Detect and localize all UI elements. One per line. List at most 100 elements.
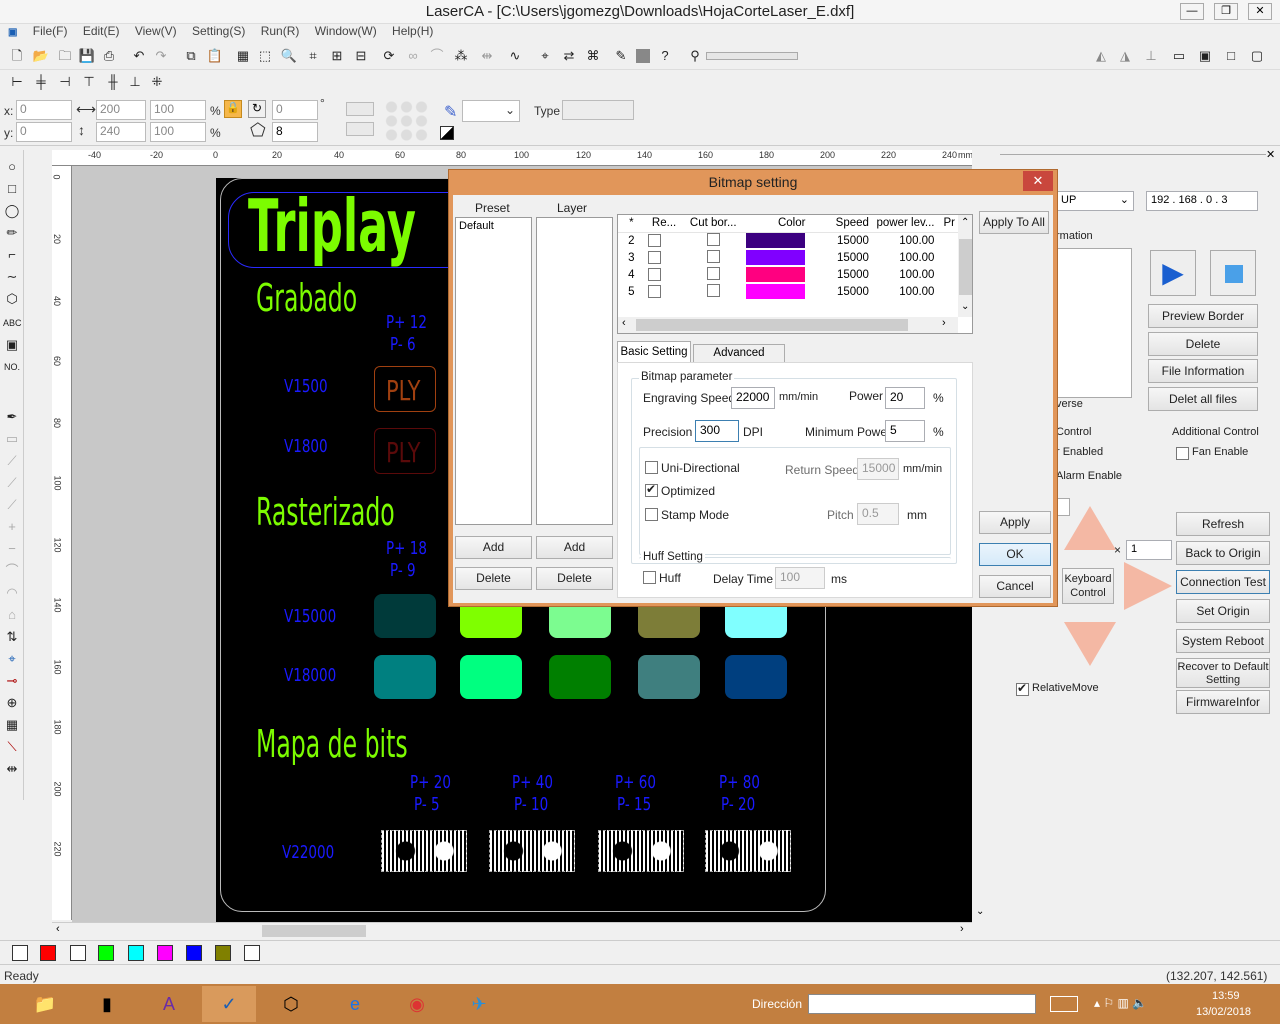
tab-basic-setting[interactable]: Basic Setting xyxy=(617,341,691,363)
menu-window[interactable]: Window(W) xyxy=(315,24,377,38)
color-swatch[interactable] xyxy=(215,945,231,961)
y-field[interactable]: 0 xyxy=(16,122,72,142)
curve-tool-icon[interactable]: ∼ xyxy=(3,268,21,286)
scroll-left-icon[interactable]: ‹ xyxy=(622,317,626,329)
app-4-icon[interactable]: ✈ xyxy=(452,986,506,1022)
stop-button[interactable] xyxy=(1210,250,1256,296)
row-cut-checkbox[interactable] xyxy=(706,232,720,246)
row-checkbox[interactable] xyxy=(647,285,661,298)
number-tool-icon[interactable]: NO. xyxy=(3,358,21,376)
circle-tool-icon[interactable]: ◯ xyxy=(3,202,21,220)
layer-add-button[interactable]: Add xyxy=(536,536,613,559)
return-speed-field[interactable]: 15000 xyxy=(857,458,899,480)
ip-field[interactable]: 192 . 168 . 0 . 3 xyxy=(1146,191,1258,211)
zoom-icon[interactable]: 🔍 xyxy=(280,47,298,65)
maximize-button[interactable]: ❐ xyxy=(1214,3,1238,20)
bitmap-tool-icon[interactable]: ▣ xyxy=(3,336,21,354)
align-left-edge-icon[interactable]: ⊢ xyxy=(8,73,26,91)
width-field[interactable]: 200 xyxy=(96,100,146,120)
color-swatch[interactable] xyxy=(244,945,260,961)
scroll-thumb[interactable] xyxy=(262,925,366,937)
align-right-edge-icon[interactable]: ⊣ xyxy=(56,73,74,91)
polygon-tool-icon[interactable]: ⬡ xyxy=(3,290,21,308)
table-icon[interactable]: ▦ xyxy=(3,716,21,734)
lock-ratio-icon[interactable]: 🔒 xyxy=(224,100,242,118)
row-checkbox[interactable] xyxy=(647,234,661,248)
color-swatch[interactable] xyxy=(12,945,28,961)
close-path-icon[interactable]: ⌂ xyxy=(3,606,21,624)
recover-default-button[interactable]: Recover to Default Setting xyxy=(1176,658,1270,688)
rotate-icon[interactable]: ↻ xyxy=(248,100,266,118)
window-c-icon[interactable]: □ xyxy=(1222,47,1240,65)
layer-delete-button[interactable]: Delete xyxy=(536,567,613,590)
align-left-icon[interactable]: ◭ xyxy=(1092,47,1110,65)
select-all-icon[interactable]: ▦ xyxy=(234,47,252,65)
device-select[interactable]: UP ⌄ xyxy=(1056,191,1134,211)
firmware-info-button[interactable]: FirmwareInfor xyxy=(1176,690,1270,714)
text-tool-icon[interactable]: ABC xyxy=(3,314,22,332)
file-information-button[interactable]: File Information xyxy=(1148,359,1258,383)
huff-checkbox[interactable] xyxy=(643,571,656,584)
node-edit-icon[interactable]: ✒ xyxy=(3,408,21,426)
system-reboot-button[interactable]: System Reboot xyxy=(1176,629,1270,653)
panel-close-icon[interactable]: ✕ xyxy=(1266,148,1275,161)
scale-icon[interactable]: ⇹ xyxy=(3,760,21,778)
address-field[interactable] xyxy=(808,994,1036,1014)
origin-icon[interactable]: ⊸ xyxy=(3,672,21,690)
mirror-h-button[interactable] xyxy=(346,102,374,116)
target-icon[interactable]: ⌖ xyxy=(3,650,21,668)
color-swatch[interactable] xyxy=(157,945,173,961)
layer-table[interactable]: * Re... Cut bor... Color Speed power lev… xyxy=(617,214,973,334)
keyboard-icon[interactable] xyxy=(1050,996,1078,1012)
delay-time-field[interactable]: 100 xyxy=(775,567,825,589)
mirror-icon[interactable]: ⇹ xyxy=(478,47,496,65)
window-a-icon[interactable]: ▭ xyxy=(1170,47,1188,65)
align-top-icon[interactable]: ⊥ xyxy=(1142,47,1160,65)
pen-icon[interactable]: ✎ xyxy=(444,102,457,122)
row-cut-checkbox[interactable] xyxy=(706,249,720,263)
x-field[interactable]: 0 xyxy=(16,100,72,120)
align-middle-icon[interactable]: ╫ xyxy=(104,73,122,91)
preview-border-button[interactable]: Preview Border xyxy=(1148,304,1258,328)
rect-tool-icon[interactable]: □ xyxy=(3,180,21,198)
open-folder-icon[interactable]: 📂 xyxy=(32,47,50,65)
explorer-icon[interactable]: 📁 xyxy=(18,986,72,1022)
preset-delete-button[interactable]: Delete xyxy=(455,567,532,590)
window-d-icon[interactable]: ▢ xyxy=(1248,47,1266,65)
engraving-speed-field[interactable]: 22000 xyxy=(731,387,775,409)
align-top-edge-icon[interactable]: ⊤ xyxy=(80,73,98,91)
undo-icon[interactable]: ↶ xyxy=(130,47,148,65)
cancel-button[interactable]: Cancel xyxy=(979,575,1051,598)
arc-icon[interactable]: ◠ xyxy=(3,584,21,602)
app-1-icon[interactable]: ▮ xyxy=(80,986,134,1022)
move-up-arrow[interactable] xyxy=(1064,506,1116,550)
knife-icon[interactable]: ⟋ xyxy=(3,452,21,470)
table-hscroll-thumb[interactable] xyxy=(636,319,908,331)
color-swatch[interactable] xyxy=(128,945,144,961)
weld-icon[interactable]: ∞ xyxy=(404,47,422,65)
horizontal-scrollbar[interactable]: ‹ › xyxy=(52,922,972,938)
file-list[interactable] xyxy=(1056,248,1132,398)
tab-advanced-setting[interactable]: Advanced Setting xyxy=(693,344,785,376)
ie-icon[interactable]: e xyxy=(328,986,382,1022)
path-icon[interactable]: ⟳ xyxy=(380,47,398,65)
polyline-tool-icon[interactable]: ⌐ xyxy=(3,246,21,264)
mirror-v-button[interactable] xyxy=(346,122,374,136)
curve-icon[interactable]: ∿ xyxy=(506,47,524,65)
new-file-icon[interactable]: 🗋 xyxy=(8,47,26,65)
color-swatch[interactable] xyxy=(186,945,202,961)
align-right-icon[interactable]: ◮ xyxy=(1116,47,1134,65)
preset-item[interactable]: Default xyxy=(456,218,531,234)
row-color[interactable] xyxy=(745,233,806,249)
anchor-grid[interactable] xyxy=(384,100,428,142)
row-checkbox[interactable] xyxy=(647,251,661,264)
group-icon[interactable]: ⊞ xyxy=(328,47,346,65)
uni-directional-checkbox[interactable] xyxy=(645,461,658,474)
table-vscroll-thumb[interactable] xyxy=(959,239,972,295)
move-right-arrow[interactable] xyxy=(1124,562,1172,610)
power-field[interactable]: 20 xyxy=(885,387,925,409)
relative-move-checkbox[interactable] xyxy=(1016,681,1029,696)
menu-file[interactable]: File(F) xyxy=(33,24,68,38)
redo-icon[interactable]: ↷ xyxy=(152,47,170,65)
close-window-button[interactable]: ✕ xyxy=(1248,3,1272,20)
